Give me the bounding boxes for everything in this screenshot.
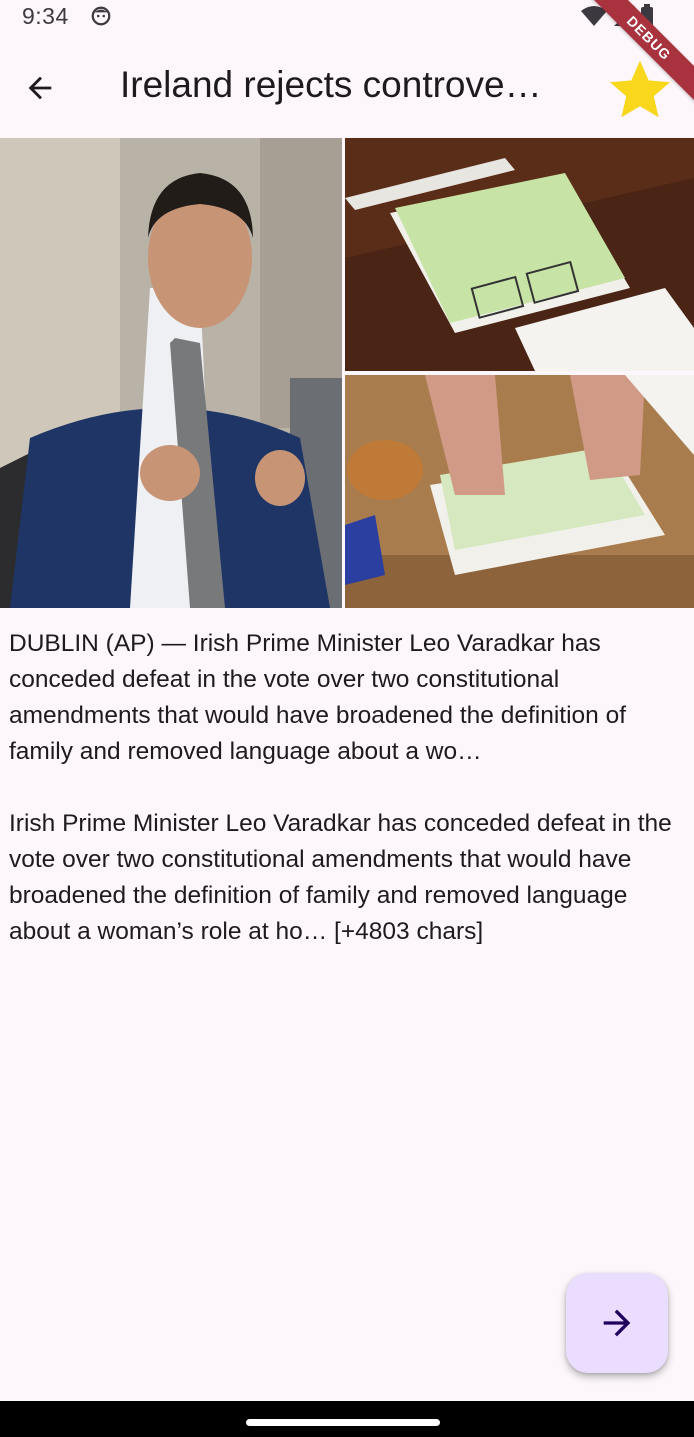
article-body: Irish Prime Minister Leo Varadkar has co… bbox=[9, 810, 672, 945]
article-image-grid bbox=[0, 138, 694, 608]
status-bar: 9:34 bbox=[0, 0, 694, 34]
photo-ballot-papers bbox=[345, 138, 694, 371]
back-button[interactable] bbox=[14, 62, 66, 114]
arrow-forward-icon bbox=[603, 1309, 631, 1337]
photo-leo-varadkar bbox=[0, 138, 342, 608]
home-gesture-handle[interactable] bbox=[246, 1419, 440, 1426]
face-icon bbox=[91, 6, 111, 26]
article-summary: DUBLIN (AP) — Irish Prime Minister Leo V… bbox=[9, 630, 627, 765]
open-article-button[interactable] bbox=[566, 1273, 668, 1373]
status-time: 9:34 bbox=[22, 3, 69, 29]
screen: 9:34 DEBUG Ireland rejects controve… DUB… bbox=[0, 0, 694, 1437]
app-bar: Ireland rejects controve… bbox=[0, 40, 694, 136]
photo-ballot-counting bbox=[345, 375, 694, 608]
page-title: Ireland rejects controve… bbox=[120, 64, 542, 105]
article-content: DUBLIN (AP) — Irish Prime Minister Leo V… bbox=[9, 626, 685, 950]
system-nav-bar bbox=[0, 1401, 694, 1437]
arrow-back-icon bbox=[28, 76, 52, 100]
